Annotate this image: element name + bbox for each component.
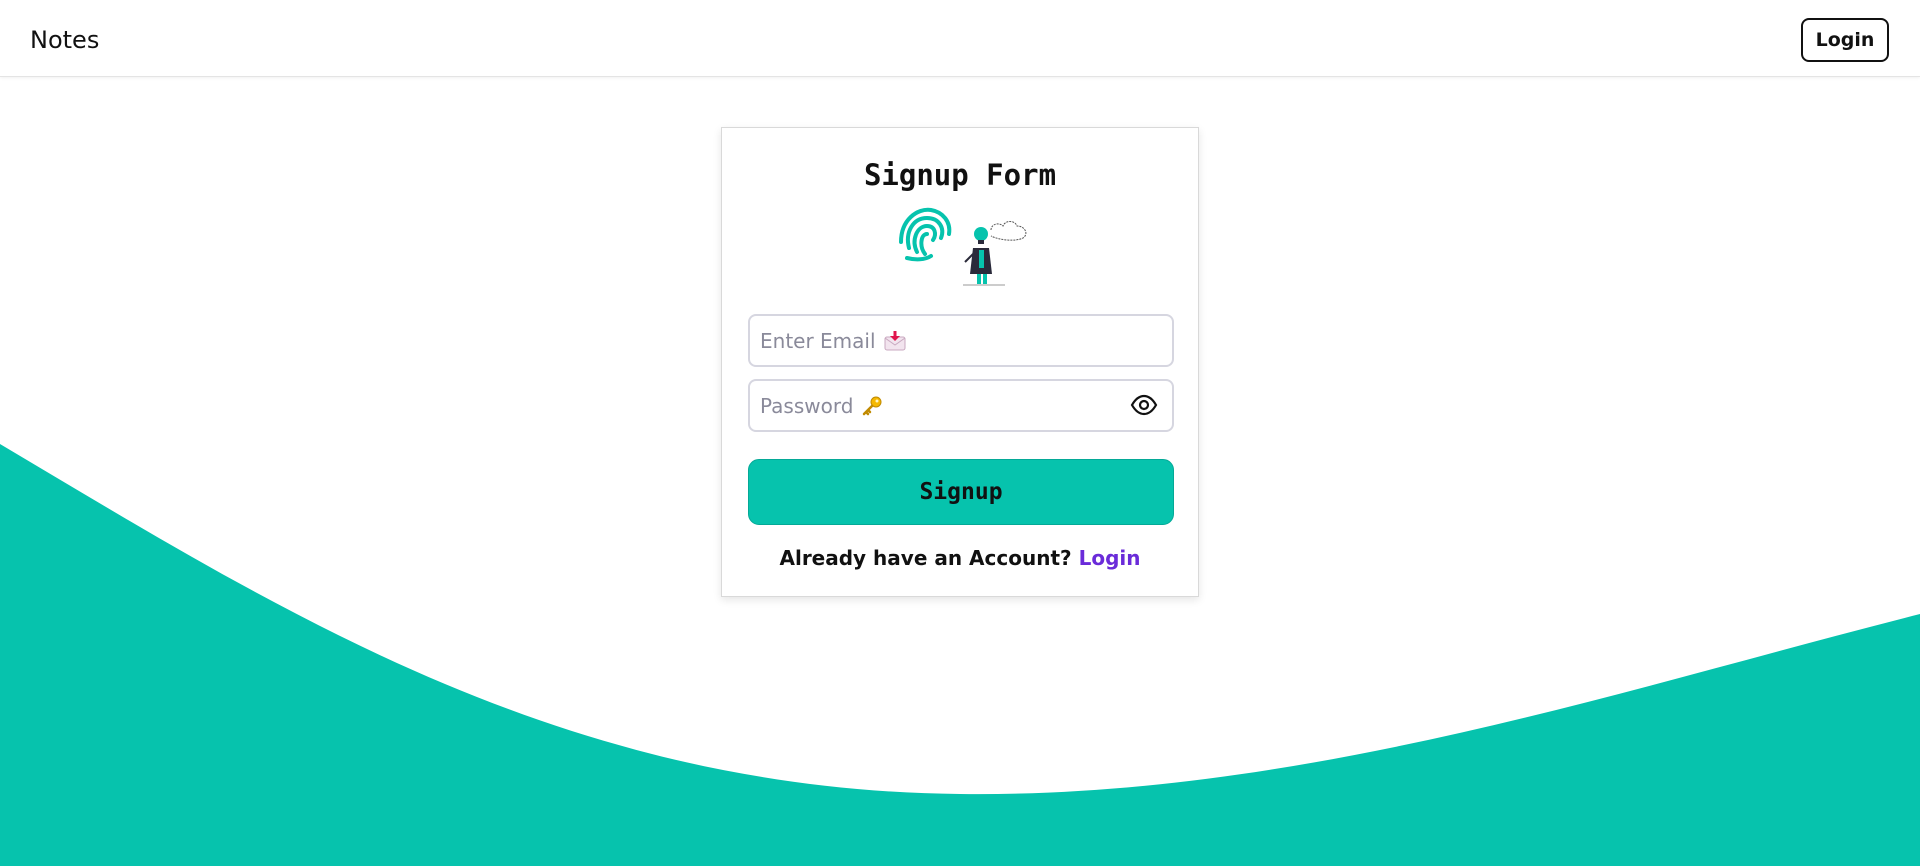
key-icon [861,395,883,417]
envelope-arrow-icon [884,330,906,351]
fingerprint-illustration [899,207,1027,286]
password-placeholder: Password [760,393,854,418]
email-field[interactable]: Enter Email [748,314,1174,367]
signup-button[interactable]: Signup [748,459,1174,525]
login-prompt: Already have an Account? Login [722,546,1198,570]
login-link[interactable]: Login [1079,546,1141,570]
form-title: Signup Form [863,158,1057,192]
brand-title[interactable]: Notes [30,26,99,54]
password-field[interactable]: Password [748,379,1174,432]
eye-icon[interactable] [1130,394,1158,421]
navbar: Notes Login [0,0,1920,77]
email-placeholder: Enter Email [760,328,876,353]
nav-login-button[interactable]: Login [1801,18,1889,62]
login-prompt-text: Already have an Account? [779,546,1072,570]
signup-card: Signup Form Enter Email Password Signup … [721,127,1199,597]
